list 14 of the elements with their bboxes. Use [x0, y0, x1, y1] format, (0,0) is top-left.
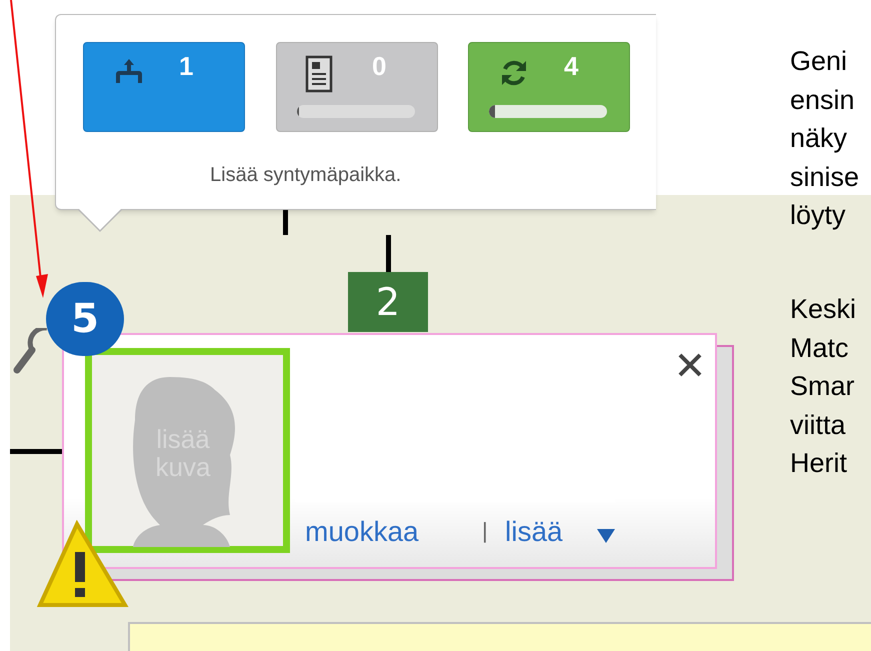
matches-button[interactable]: 4: [468, 42, 630, 132]
document-icon: [304, 55, 334, 93]
warning-icon: [37, 520, 129, 608]
more-link[interactable]: lisää: [505, 518, 563, 546]
link-separator: |: [482, 520, 488, 542]
body-text: Geni ensin näky sinise löyty: [790, 45, 860, 232]
edit-link[interactable]: muokkaa: [305, 518, 419, 546]
caret-icon: [596, 528, 616, 544]
tooltip-pointer: [77, 209, 123, 233]
generation-badge: 2: [348, 272, 428, 332]
search-icon[interactable]: [13, 328, 48, 376]
body-text: Keski Matc Smar viitta Herit: [790, 293, 858, 480]
relatives-button[interactable]: 1: [83, 42, 245, 132]
tooltip-message: Lisää syntymäpaikka.: [210, 163, 402, 188]
